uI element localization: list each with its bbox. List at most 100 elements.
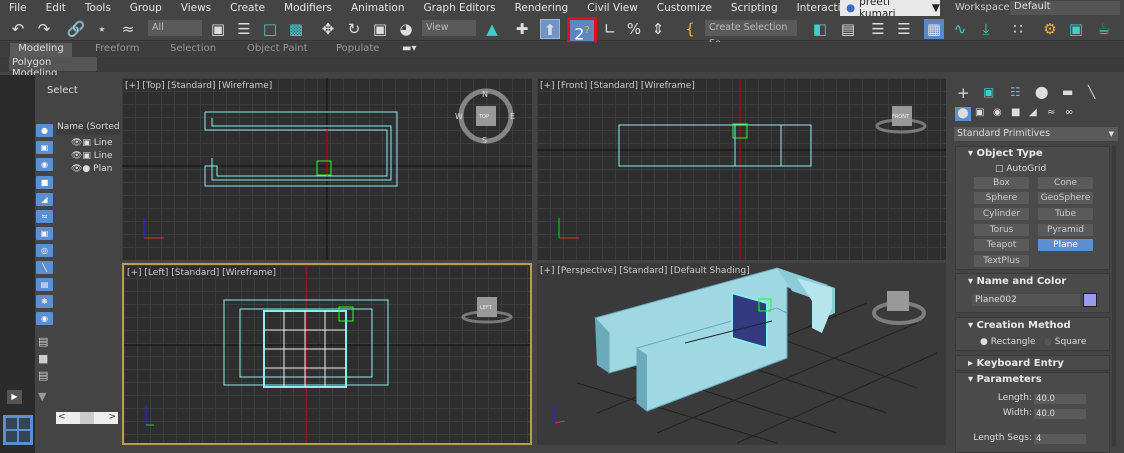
modify-tab-icon[interactable]: ▣ xyxy=(983,85,994,99)
viewcube-front-label[interactable]: FRONT xyxy=(892,114,909,120)
creation-method-header[interactable]: ▾ Creation Method xyxy=(968,320,1071,331)
workspaces-dropdown[interactable]: Default xyxy=(1010,1,1120,15)
viewport-front[interactable]: [+] [Front] [Standard] [Wireframe] FRONT xyxy=(537,78,946,260)
name-color-header[interactable]: ▾ Name and Color xyxy=(968,276,1066,287)
filter-shapes-icon[interactable]: ▣ xyxy=(36,141,53,154)
list-item[interactable]: 👁● Plan xyxy=(71,164,112,174)
teapot-button[interactable]: Teapot xyxy=(974,239,1029,251)
parameters-header[interactable]: ▾ Parameters xyxy=(968,374,1042,385)
select-object-icon[interactable]: ▣ xyxy=(208,19,228,39)
filter-xrefs-icon[interactable]: ◎ xyxy=(36,244,53,257)
menu-civil-view[interactable]: Civil View xyxy=(578,2,648,14)
menu-rendering[interactable]: Rendering xyxy=(506,2,579,14)
viewport-perspective[interactable]: [+] [Perspective] [Standard] [Default Sh… xyxy=(537,263,946,445)
toggle-ribbon-icon[interactable]: ▦ xyxy=(924,19,944,39)
textplus-button[interactable]: TextPlus xyxy=(974,255,1029,267)
hierarchy-tab-icon[interactable]: ☷ xyxy=(1010,85,1021,99)
viewcube-top-label[interactable]: TOP xyxy=(479,114,489,120)
rendered-frame-window-icon[interactable]: ▣ xyxy=(1066,19,1086,39)
keyboard-entry-header[interactable]: ▸ Keyboard Entry xyxy=(968,358,1064,369)
user-account-button[interactable]: ● preeti kumari ▼ xyxy=(840,0,940,20)
primitive-type-dropdown[interactable]: Standard Primitives ▼ xyxy=(954,127,1118,141)
layer-explorer-icon[interactable]: ☰ xyxy=(894,19,914,39)
utilities-tab-icon[interactable]: ╲ xyxy=(1088,85,1095,99)
filter-particles-icon[interactable]: ❋ xyxy=(36,295,53,308)
systems-category-icon[interactable]: ∞ xyxy=(1065,107,1073,118)
display-all-icon[interactable]: ▤ xyxy=(38,335,48,348)
square-radio[interactable]: ● Square xyxy=(1044,337,1086,347)
horizontal-scrollbar[interactable]: < > xyxy=(56,412,118,424)
reference-coordinate-dropdown[interactable]: View xyxy=(422,20,476,36)
motion-tab-icon[interactable]: ⬤ xyxy=(1035,85,1048,99)
menu-graph-editors[interactable]: Graph Editors xyxy=(415,2,506,14)
spinner-snap-icon[interactable]: ⇕ xyxy=(648,19,668,39)
width-spinner[interactable]: 40.0 xyxy=(1034,409,1086,419)
torus-button[interactable]: Torus xyxy=(974,224,1029,236)
cameras-category-icon[interactable]: ■ xyxy=(1011,107,1020,118)
filter-cameras-icon[interactable]: ■ xyxy=(36,176,53,189)
schematic-view-icon[interactable]: ∷ xyxy=(1008,19,1028,39)
keyboard-shortcut-override-icon[interactable]: ⬆ xyxy=(540,19,560,39)
align-icon[interactable]: ▤ xyxy=(838,19,858,39)
filter-containers-icon[interactable]: ▤ xyxy=(36,278,53,291)
select-by-name-icon[interactable]: ☰ xyxy=(234,19,254,39)
command-panel-scrollbar[interactable] xyxy=(1112,146,1116,446)
length-segs-spinner[interactable]: 4 xyxy=(1034,434,1086,444)
tab-freeform[interactable]: Freeform xyxy=(95,43,140,57)
menu-views[interactable]: Views xyxy=(172,2,221,14)
rotate-icon[interactable]: ↻ xyxy=(344,19,364,39)
render-setup-icon[interactable]: ⚙ xyxy=(1040,19,1060,39)
ribbon-options-icon[interactable]: ▬▾ xyxy=(402,43,416,57)
unlink-icon[interactable]: ⋆ xyxy=(92,19,112,39)
viewcube-left-label[interactable]: LEFT xyxy=(480,305,492,311)
sphere-button[interactable]: Sphere xyxy=(974,192,1029,204)
shapes-category-icon[interactable]: ▣ xyxy=(975,107,984,118)
viewport-label[interactable]: [+] [Front] [Standard] [Wireframe] xyxy=(540,81,695,91)
viewport-label[interactable]: [+] [Perspective] [Standard] [Default Sh… xyxy=(540,266,750,276)
menu-customize[interactable]: Customize xyxy=(648,2,722,14)
menu-group[interactable]: Group xyxy=(121,2,172,14)
angle-snap-toggle-button[interactable]: 2? xyxy=(567,17,597,44)
lights-category-icon[interactable]: ◉ xyxy=(993,107,1002,118)
list-item[interactable]: 👁▣ Line xyxy=(71,151,113,161)
tab-selection[interactable]: Selection xyxy=(170,43,216,57)
mirror-icon[interactable]: ◧ xyxy=(810,19,830,39)
menu-file[interactable]: File xyxy=(0,2,37,14)
object-type-header[interactable]: ▾ Object Type xyxy=(968,148,1043,159)
menu-modifiers[interactable]: Modifiers xyxy=(275,2,342,14)
menu-create[interactable]: Create xyxy=(221,2,275,14)
length-spinner[interactable]: 40.0 xyxy=(1034,394,1086,404)
display-tab-icon[interactable]: ▬ xyxy=(1062,85,1073,99)
select-manipulate-icon[interactable]: ✚ xyxy=(512,19,532,39)
display-none-icon[interactable]: ■ xyxy=(38,352,48,365)
polygon-modeling-panel[interactable]: Polygon Modeling xyxy=(9,57,97,79)
filter-hidden-icon[interactable]: ◉ xyxy=(36,312,53,325)
cone-button[interactable]: Cone xyxy=(1038,177,1093,189)
autogrid-checkbox[interactable]: □ AutoGrid xyxy=(995,164,1046,174)
pyramid-button[interactable]: Pyramid xyxy=(1038,224,1093,236)
filter-lights-icon[interactable]: ◉ xyxy=(36,158,53,171)
named-selection-set-dropdown[interactable]: Create Selection Se xyxy=(705,20,797,49)
redo-icon[interactable]: ↷ xyxy=(34,19,54,39)
filter-spacewarps-icon[interactable]: ≈ xyxy=(36,210,53,223)
window-crossing-icon[interactable]: ▩ xyxy=(286,19,306,39)
bind-space-warp-icon[interactable]: ≈ xyxy=(118,19,138,39)
menu-tools[interactable]: Tools xyxy=(76,2,121,14)
create-tab-icon[interactable]: + xyxy=(957,84,970,102)
rectangle-radio[interactable]: ● Rectangle xyxy=(980,337,1036,347)
link-icon[interactable]: 🔗 xyxy=(66,19,86,39)
filter-bones-icon[interactable]: ╲ xyxy=(36,261,53,274)
menu-animation[interactable]: Animation xyxy=(342,2,415,14)
percent-snap-icon[interactable]: % xyxy=(624,19,644,39)
geometry-category-icon[interactable]: ⬤ xyxy=(955,107,971,121)
dope-sheet-icon[interactable]: ⤓ xyxy=(976,19,996,39)
list-item[interactable]: 👁▣ Line xyxy=(71,138,113,148)
move-icon[interactable]: ✥ xyxy=(318,19,338,39)
viewport-label[interactable]: [+] [Left] [Standard] [Wireframe] xyxy=(127,268,276,278)
filter-geometry-icon[interactable]: ● xyxy=(36,124,53,137)
menu-edit[interactable]: Edit xyxy=(37,2,76,14)
viewport-layout-icon[interactable] xyxy=(3,415,33,445)
display-invert-icon[interactable]: ▤ xyxy=(38,369,48,382)
filter-funnel-icon[interactable]: ▼ xyxy=(38,390,46,403)
scene-explorer-icon[interactable]: ☰ xyxy=(868,19,888,39)
